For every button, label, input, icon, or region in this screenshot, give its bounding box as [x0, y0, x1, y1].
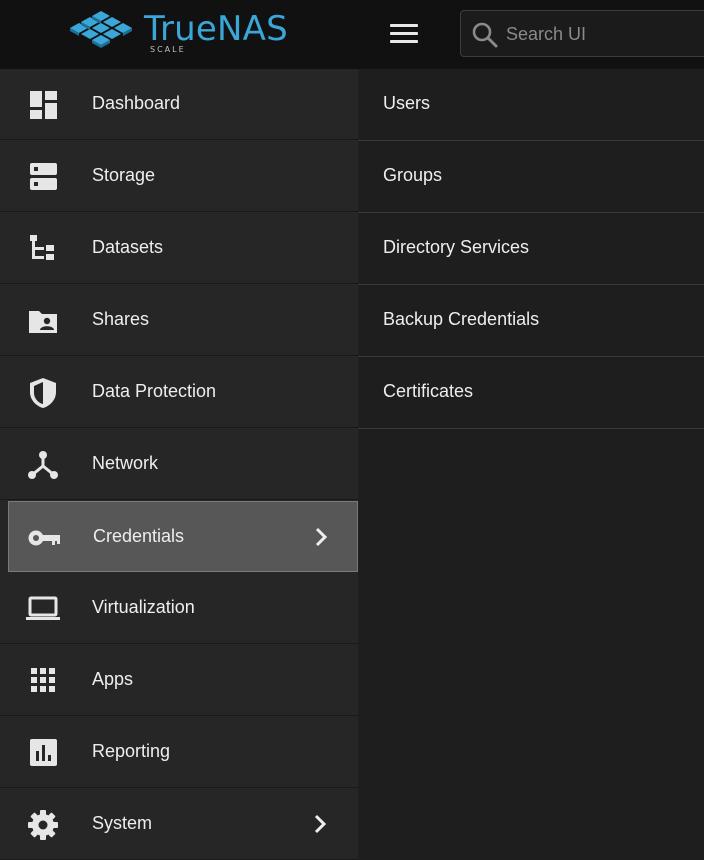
submenu-item-label: Certificates [383, 381, 474, 401]
logo-edition: SCALE [150, 45, 186, 54]
sidebar-item-reporting[interactable]: Reporting [0, 717, 358, 788]
key-icon [28, 530, 60, 546]
menu-toggle-button[interactable] [390, 24, 420, 44]
top-toolbar: TrueNAS SCALE [0, 0, 704, 69]
storage-icon [30, 163, 57, 190]
hamburger-line [390, 32, 418, 35]
submenu-item-certificates[interactable]: Certificates [358, 357, 704, 429]
sidebar-nav: Dashboard Storage Datasets Shares Data P… [0, 69, 358, 860]
dashboard-icon [30, 91, 57, 119]
truenas-cube-icon [70, 11, 132, 48]
hamburger-icon [390, 24, 418, 27]
sidebar-item-label: Reporting [92, 741, 171, 761]
sidebar-item-label: System [92, 813, 153, 833]
sidebar-item-shares[interactable]: Shares [0, 285, 358, 356]
sidebar-item-virtualization[interactable]: Virtualization [0, 573, 358, 644]
gear-icon [28, 810, 58, 840]
sidebar-item-credentials[interactable]: Credentials [8, 501, 358, 572]
hamburger-line [390, 40, 418, 43]
submenu-item-backup-credentials[interactable]: Backup Credentials [358, 285, 704, 357]
submenu-item-label: Backup Credentials [383, 309, 540, 329]
shield-icon [30, 378, 56, 408]
sidebar-item-apps[interactable]: Apps [0, 645, 358, 716]
submenu-item-label: Groups [383, 165, 443, 185]
sidebar-item-label: Datasets [92, 237, 164, 257]
sidebar-item-label: Credentials [93, 526, 185, 546]
sidebar-item-storage[interactable]: Storage [0, 141, 358, 212]
sidebar-item-dashboard[interactable]: Dashboard [0, 69, 358, 140]
reporting-icon [30, 739, 57, 766]
submenu-item-users[interactable]: Users [358, 69, 704, 141]
laptop-icon [26, 596, 60, 620]
shares-icon [29, 311, 57, 333]
network-icon [28, 451, 58, 479]
logo-wordmark: TrueNAS [144, 9, 288, 49]
sidebar-item-label: Apps [92, 669, 134, 689]
search-input[interactable] [506, 21, 704, 47]
sidebar-item-label: Data Protection [92, 381, 217, 401]
sidebar-item-label: Network [92, 453, 159, 473]
sidebar-item-datasets[interactable]: Datasets [0, 213, 358, 284]
chevron-right-icon [314, 814, 327, 834]
chevron-right-icon [315, 527, 328, 547]
search-box[interactable] [460, 10, 704, 57]
apps-grid-icon [31, 668, 55, 692]
sidebar-item-label: Dashboard [92, 93, 181, 113]
sidebar-item-label: Storage [92, 165, 156, 185]
search-icon [472, 22, 498, 48]
sidebar-item-label: Shares [92, 309, 150, 329]
submenu-item-label: Directory Services [383, 237, 530, 257]
submenu-item-groups[interactable]: Groups [358, 141, 704, 213]
credentials-submenu: Users Groups Directory Services Backup C… [358, 69, 704, 859]
sidebar-item-network[interactable]: Network [0, 429, 358, 500]
datasets-icon [30, 235, 54, 260]
sidebar-item-data-protection[interactable]: Data Protection [0, 357, 358, 428]
submenu-item-label: Users [383, 93, 431, 113]
sidebar-item-label: Virtualization [92, 597, 195, 617]
submenu-item-directory-services[interactable]: Directory Services [358, 213, 704, 285]
truenas-logo[interactable]: TrueNAS SCALE [70, 9, 290, 57]
sidebar-item-system[interactable]: System [0, 789, 358, 860]
